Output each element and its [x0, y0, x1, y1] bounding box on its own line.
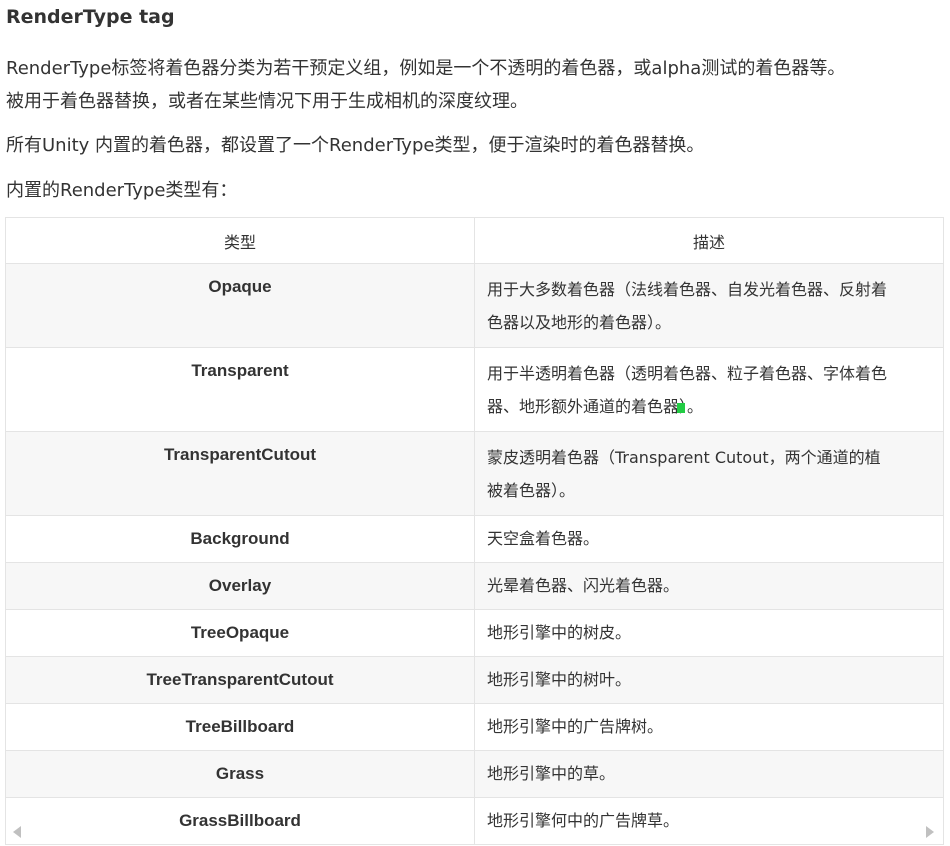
desc-cell: 用于半透明着色器（透明着色器、粒子着色器、字体着色 器、地形额外通道的着色器）。 — [474, 347, 944, 432]
type-cell: TreeOpaque — [5, 609, 475, 657]
type-cell: Overlay — [5, 562, 475, 610]
builtin-types-paragraph: 内置的RenderType类型有： — [6, 180, 238, 201]
table-row: TreeTransparentCutout 地形引擎中的树叶。 — [5, 656, 944, 704]
desc-line: 器、地形额外通道的着色器）。 — [487, 397, 704, 416]
table-row: Opaque 用于大多数着色器（法线着色器、自发光着色器、反射着 色器以及地形的… — [5, 263, 944, 348]
desc-line: 用于大多数着色器（法线着色器、自发光着色器、反射着 — [487, 280, 888, 299]
scroll-left-icon[interactable] — [13, 826, 21, 838]
type-cell: TreeTransparentCutout — [5, 656, 475, 704]
intro-paragraph: RenderType标签将着色器分类为若干预定义组，例如是一个不透明的着色器，或… — [6, 52, 845, 118]
type-cell: Opaque — [5, 263, 475, 348]
desc-line: 被着色器）。 — [487, 481, 576, 500]
render-type-table: 类型 描述 Opaque 用于大多数着色器（法线着色器、自发光着色器、反射着 色… — [5, 217, 944, 845]
desc-cell: 蒙皮透明着色器（Transparent Cutout，两个通道的植 被着色器）。 — [474, 431, 944, 516]
desc-cell: 地形引擎何中的广告牌草。 — [474, 797, 944, 845]
text-cursor-marker — [677, 403, 686, 413]
desc-line: 蒙皮透明着色器（Transparent Cutout，两个通道的植 — [487, 448, 881, 467]
desc-cell: 地形引擎中的草。 — [474, 750, 944, 798]
desc-cell: 用于大多数着色器（法线着色器、自发光着色器、反射着 色器以及地形的着色器）。 — [474, 263, 944, 348]
intro-line-1: RenderType标签将着色器分类为若干预定义组，例如是一个不透明的着色器，或… — [6, 58, 846, 79]
table-row: Transparent 用于半透明着色器（透明着色器、粒子着色器、字体着色 器、… — [5, 347, 944, 432]
desc-cell: 天空盒着色器。 — [474, 515, 944, 563]
type-cell: Transparent — [5, 347, 475, 432]
table-row: GrassBillboard 地形引擎何中的广告牌草。 — [5, 797, 944, 845]
type-cell: TreeBillboard — [5, 703, 475, 751]
type-cell: TransparentCutout — [5, 431, 475, 516]
table-row: TreeOpaque 地形引擎中的树皮。 — [5, 609, 944, 657]
desc-cell: 地形引擎中的树叶。 — [474, 656, 944, 704]
table-row: Overlay 光晕着色器、闪光着色器。 — [5, 562, 944, 610]
table-row: Background 天空盒着色器。 — [5, 515, 944, 563]
header-type: 类型 — [5, 217, 475, 264]
table-row: Grass 地形引擎中的草。 — [5, 750, 944, 798]
render-type-table-container[interactable]: 类型 描述 Opaque 用于大多数着色器（法线着色器、自发光着色器、反射着 色… — [5, 217, 944, 845]
desc-line: 色器以及地形的着色器）。 — [487, 313, 672, 332]
type-cell: Background — [5, 515, 475, 563]
desc-cell: 地形引擎中的树皮。 — [474, 609, 944, 657]
desc-line-with-cursor: 器、地形额外通道的着色器）。 — [487, 390, 929, 423]
table-row: TreeBillboard 地形引擎中的广告牌树。 — [5, 703, 944, 751]
scroll-right-icon[interactable] — [926, 826, 934, 838]
desc-cell: 地形引擎中的广告牌树。 — [474, 703, 944, 751]
table-header-row: 类型 描述 — [5, 217, 944, 264]
builtin-shaders-paragraph: 所有Unity 内置的着色器，都设置了一个RenderType类型，便于渲染时的… — [6, 135, 705, 156]
desc-cell: 光晕着色器、闪光着色器。 — [474, 562, 944, 610]
type-cell: GrassBillboard — [5, 797, 475, 845]
desc-line: 用于半透明着色器（透明着色器、粒子着色器、字体着色 — [487, 364, 888, 383]
table-row: TransparentCutout 蒙皮透明着色器（Transparent Cu… — [5, 431, 944, 516]
header-description: 描述 — [474, 217, 944, 264]
type-cell: Grass — [5, 750, 475, 798]
intro-line-2: 被用于着色器替换，或者在某些情况下用于生成相机的深度纹理。 — [6, 91, 528, 112]
section-heading: RenderType tag — [6, 6, 175, 28]
